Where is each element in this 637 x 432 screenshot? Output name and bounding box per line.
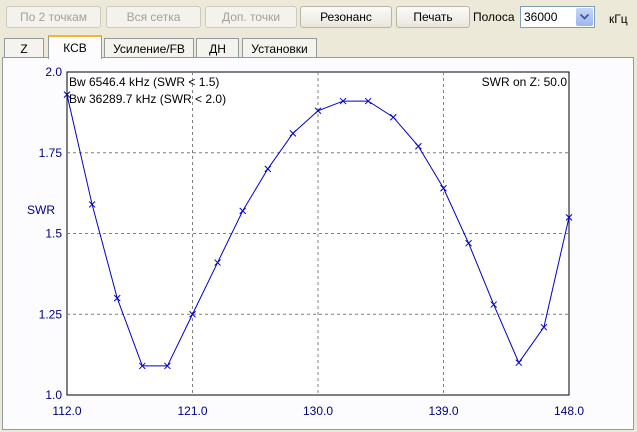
y-tick-label: 1.5	[45, 227, 62, 241]
whole-grid-button[interactable]: Вся сетка	[106, 6, 201, 28]
x-tick-label: 139.0	[428, 404, 458, 418]
band-select[interactable]: 36000	[520, 6, 595, 28]
y-tick-label: 2.0	[45, 65, 62, 79]
resonance-button[interactable]: Резонанс	[300, 6, 392, 28]
x-tick-label: 130.0	[303, 404, 333, 418]
band-unit: кГц	[609, 12, 628, 26]
toolbar: По 2 точкам Вся сетка Доп. точки Резонан…	[0, 0, 637, 34]
tab-swr[interactable]: КСВ	[48, 35, 102, 59]
swr-panel: 112.0 121.0 130.0 139.0 148.0 1.0 1.25 1.5 1.75 2…	[2, 57, 634, 430]
tab-settings[interactable]: Установки	[242, 38, 317, 58]
band-value: 36000	[524, 10, 558, 24]
x-tick-label: 112.0	[52, 404, 81, 418]
print-button[interactable]: Печать	[396, 6, 470, 28]
extra-points-button[interactable]: Доп. точки	[205, 6, 297, 28]
tab-z[interactable]: Z	[4, 38, 44, 58]
y-tick-label: 1.75	[39, 146, 63, 160]
y-tick-label: 1.0	[45, 388, 62, 402]
tab-pattern[interactable]: ДН	[196, 38, 239, 58]
x-tick-label: 121.0	[177, 404, 207, 418]
tab-strip: Z КСВ Усиление/FB ДН Установки	[0, 34, 637, 59]
chevron-down-icon[interactable]	[576, 8, 593, 26]
y-tick-label: 1.25	[39, 307, 63, 321]
two-points-button[interactable]: По 2 точкам	[6, 6, 101, 28]
bandwidth-annotation-2: Bw 36289.7 kHz (SWR < 2.0)	[69, 92, 226, 106]
swr-on-z-annotation: SWR on Z: 50.0	[482, 75, 568, 89]
band-label: Полоса	[473, 10, 515, 24]
tab-gain-fb[interactable]: Усиление/FB	[104, 38, 194, 58]
x-tick-label: 148.0	[554, 404, 584, 418]
y-axis-label: SWR	[27, 203, 55, 217]
bandwidth-annotation-1: Bw 6546.4 kHz (SWR < 1.5)	[69, 75, 219, 89]
swr-chart: 112.0 121.0 130.0 139.0 148.0 1.0 1.25 1.5 1.75 2…	[27, 65, 584, 418]
